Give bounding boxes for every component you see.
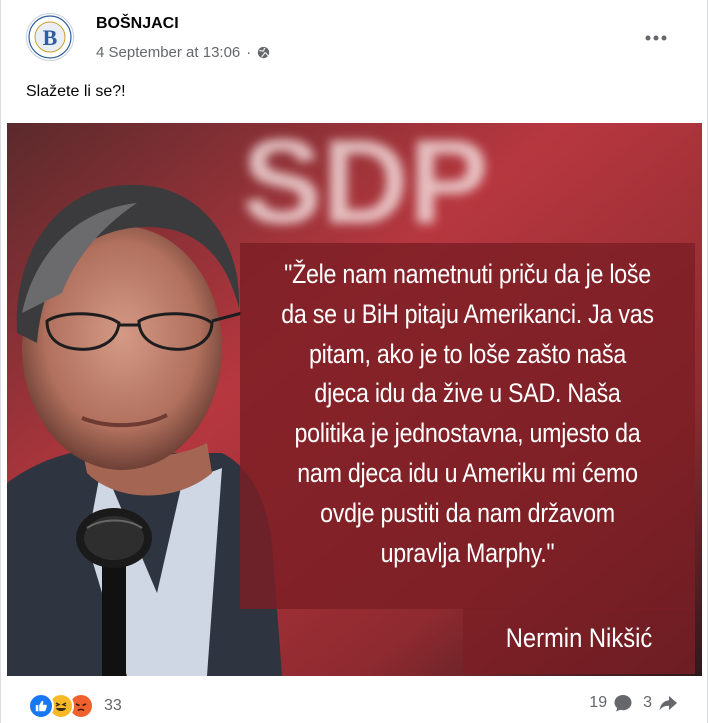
- more-options-button[interactable]: [640, 22, 672, 54]
- share-arrow-icon: [659, 696, 677, 711]
- shares-stat[interactable]: 3: [643, 693, 678, 713]
- post-image[interactable]: SDP "Žele nam nametnuti priču da je loše…: [7, 123, 702, 676]
- background-sdp-text: SDP: [242, 123, 489, 249]
- reaction-count[interactable]: 33: [104, 697, 122, 715]
- engagement-stats: 19 3: [589, 693, 678, 713]
- quote-signature: Nermin Nikšić: [505, 623, 653, 653]
- comment-icon: [614, 695, 632, 712]
- page-avatar[interactable]: B: [26, 13, 74, 61]
- post-caption: Slažete li se?!: [26, 83, 126, 100]
- post-card: B BOŠNJACI 4 September at 13:06 · Slažet…: [0, 0, 708, 723]
- post-header: B BOŠNJACI 4 September at 13:06 ·: [0, 0, 708, 70]
- meta-separator: ·: [246, 44, 252, 61]
- comments-stat[interactable]: 19: [589, 693, 633, 713]
- globe-icon: [258, 46, 270, 59]
- svg-text:B: B: [43, 25, 58, 50]
- more-horizontal-icon: [645, 35, 667, 41]
- share-count: 3: [643, 694, 652, 711]
- avatar-logo-icon: B: [28, 15, 72, 59]
- post-meta: 4 September at 13:06 ·: [96, 44, 270, 61]
- like-reaction-icon: [28, 693, 54, 719]
- author-name[interactable]: BOŠNJACI: [96, 15, 179, 33]
- comment-count: 19: [589, 694, 608, 711]
- quote-text: "Žele nam nametnuti priču da je loše da …: [281, 259, 654, 568]
- card-border-left: [0, 0, 1, 723]
- post-timestamp[interactable]: 4 September at 13:06: [96, 44, 240, 61]
- reactions-summary[interactable]: 33: [28, 693, 122, 719]
- post-footer: 33 19 3: [0, 681, 708, 723]
